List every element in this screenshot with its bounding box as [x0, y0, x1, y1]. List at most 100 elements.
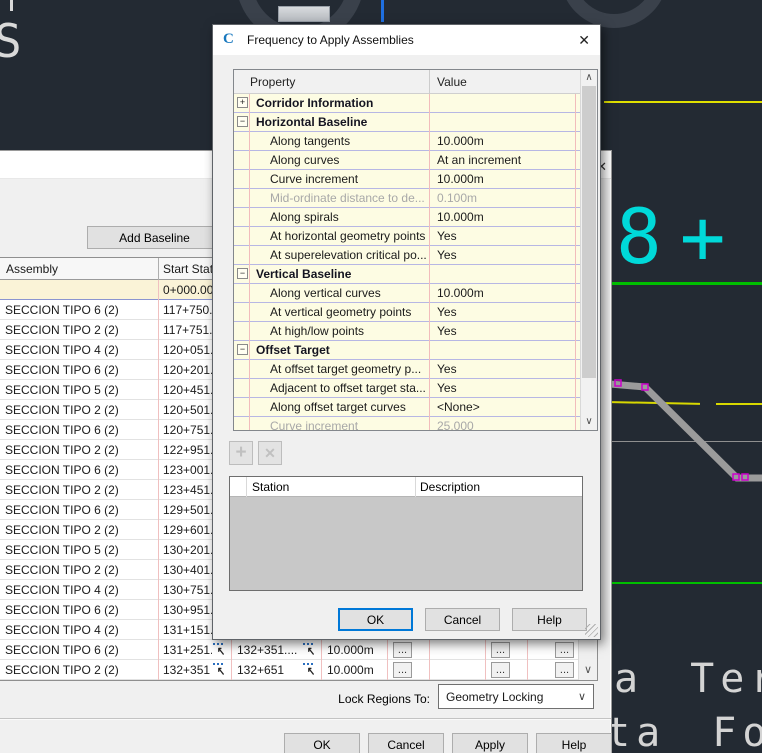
scroll-up-icon[interactable]: ∧: [581, 70, 597, 86]
assembly-cell[interactable]: SECCION TIPO 2 (2): [5, 323, 153, 337]
table-row[interactable]: SECCION TIPO 6 (2) 131+251.... ↖ 132+351…: [0, 640, 597, 660]
assembly-cell[interactable]: SECCION TIPO 4 (2): [5, 623, 153, 637]
property-value[interactable]: Yes: [437, 229, 575, 243]
start-station-cell[interactable]: 120+201...: [163, 363, 212, 377]
resize-grip[interactable]: [585, 624, 598, 637]
assembly-cell[interactable]: SECCION TIPO 2 (2): [5, 663, 153, 677]
assembly-cell[interactable]: SECCION TIPO 6 (2): [5, 423, 153, 437]
property-value[interactable]: 10.000m: [437, 134, 575, 148]
grid-row[interactable]: At superelevation critical po... Yes: [234, 246, 580, 265]
start-station-cell[interactable]: 131+151...: [163, 623, 212, 637]
end-station-cell[interactable]: 132+351....: [237, 643, 301, 657]
column-header-assembly[interactable]: Assembly: [6, 262, 58, 276]
start-station-cell[interactable]: 120+051...: [163, 343, 212, 357]
help-button[interactable]: Help: [536, 733, 612, 753]
property-value[interactable]: Yes: [437, 248, 575, 262]
help-button[interactable]: Help: [512, 608, 587, 631]
assembly-cell[interactable]: SECCION TIPO 2 (2): [5, 563, 153, 577]
assembly-cell[interactable]: SECCION TIPO 6 (2): [5, 363, 153, 377]
expand-collapse-icon[interactable]: −: [237, 116, 248, 127]
start-station-cell[interactable]: 131+251....: [163, 643, 212, 657]
target-ellipsis-button[interactable]: ...: [491, 642, 510, 658]
assembly-cell[interactable]: SECCION TIPO 2 (2): [5, 443, 153, 457]
apply-button[interactable]: Apply: [452, 733, 528, 753]
property-value[interactable]: Yes: [437, 305, 575, 319]
start-station-cell[interactable]: 122+951...: [163, 443, 212, 457]
assembly-cell[interactable]: SECCION TIPO 6 (2): [5, 603, 153, 617]
start-station-cell[interactable]: 129+501...: [163, 503, 212, 517]
scroll-down-icon[interactable]: ∨: [581, 414, 597, 430]
station-pick-icon[interactable]: ↖: [303, 662, 318, 678]
target-ellipsis-button[interactable]: ...: [491, 662, 510, 678]
assembly-cell[interactable]: SECCION TIPO 2 (2): [5, 483, 153, 497]
scroll-down-icon[interactable]: ∨: [579, 660, 597, 680]
station-pick-icon[interactable]: ↖: [213, 642, 228, 658]
property-value[interactable]: 10.000m: [437, 286, 575, 300]
start-station-cell[interactable]: 123+001...: [163, 463, 212, 477]
property-value[interactable]: Yes: [437, 381, 575, 395]
grid-row[interactable]: Curve increment 25.000: [234, 417, 580, 430]
assembly-cell[interactable]: SECCION TIPO 4 (2): [5, 343, 153, 357]
grid-row[interactable]: Along curves At an increment: [234, 151, 580, 170]
delete-station-button[interactable]: ✕: [258, 441, 282, 465]
cancel-button[interactable]: Cancel: [368, 733, 444, 753]
overrides-ellipsis-button[interactable]: ...: [555, 642, 574, 658]
start-station-cell[interactable]: 130+951...: [163, 603, 212, 617]
start-station-cell[interactable]: 120+501...: [163, 403, 212, 417]
station-pick-icon[interactable]: ↖: [303, 642, 318, 658]
property-value[interactable]: <None>: [437, 400, 575, 414]
assembly-cell[interactable]: SECCION TIPO 6 (2): [5, 503, 153, 517]
grid-row[interactable]: Along spirals 10.000m: [234, 208, 580, 227]
expand-collapse-icon[interactable]: +: [237, 97, 248, 108]
ok-button[interactable]: OK: [338, 608, 413, 631]
grid-row[interactable]: − Horizontal Baseline: [234, 113, 580, 132]
property-value[interactable]: 10.000m: [437, 210, 575, 224]
property-value[interactable]: Yes: [437, 362, 575, 376]
property-value[interactable]: 25.000: [437, 419, 575, 430]
property-value[interactable]: 10.000m: [437, 172, 575, 186]
grid-row[interactable]: Mid-ordinate distance to de... 0.100m: [234, 189, 580, 208]
column-header-station[interactable]: Station: [252, 480, 289, 494]
assembly-cell[interactable]: SECCION TIPO 5 (2): [5, 543, 153, 557]
grid-scrollbar[interactable]: ∧ ∨: [580, 70, 597, 430]
start-station-cell[interactable]: 130+751...: [163, 583, 212, 597]
grid-row[interactable]: At vertical geometry points Yes: [234, 303, 580, 322]
grid-row[interactable]: At high/low points Yes: [234, 322, 580, 341]
grid-row[interactable]: Curve increment 10.000m: [234, 170, 580, 189]
column-header-description[interactable]: Description: [420, 480, 480, 494]
assembly-cell[interactable]: SECCION TIPO 5 (2): [5, 383, 153, 397]
start-station-cell[interactable]: 123+451...: [163, 483, 212, 497]
expand-collapse-icon[interactable]: −: [237, 344, 248, 355]
property-value[interactable]: Yes: [437, 324, 575, 338]
column-header-property[interactable]: Property: [250, 75, 295, 89]
assembly-cell[interactable]: SECCION TIPO 2 (2): [5, 523, 153, 537]
grid-row[interactable]: Along tangents 10.000m: [234, 132, 580, 151]
grid-row[interactable]: + Corridor Information: [234, 94, 580, 113]
lock-regions-dropdown[interactable]: Geometry Locking ∨: [438, 684, 594, 709]
cancel-button[interactable]: Cancel: [425, 608, 500, 631]
start-station-cell[interactable]: 120+451...: [163, 383, 212, 397]
start-station-cell[interactable]: 117+750...: [163, 303, 212, 317]
grid-row[interactable]: At horizontal geometry points Yes: [234, 227, 580, 246]
grid-row[interactable]: − Offset Target: [234, 341, 580, 360]
add-station-button[interactable]: +: [229, 441, 253, 465]
start-station-cell[interactable]: 0+000.00m: [163, 283, 212, 297]
frequency-ellipsis-button[interactable]: ...: [393, 642, 412, 658]
start-station-cell[interactable]: 117+751...: [163, 323, 212, 337]
expand-collapse-icon[interactable]: −: [237, 268, 248, 279]
dialog-titlebar[interactable]: C Frequency to Apply Assemblies ✕: [213, 25, 600, 55]
ok-button[interactable]: OK: [284, 733, 360, 753]
start-station-cell[interactable]: 132+351: [163, 663, 212, 677]
start-station-cell[interactable]: 129+601...: [163, 523, 212, 537]
grid-row[interactable]: At offset target geometry p... Yes: [234, 360, 580, 379]
overrides-ellipsis-button[interactable]: ...: [555, 662, 574, 678]
assembly-cell[interactable]: SECCION TIPO 6 (2): [5, 643, 153, 657]
table-row[interactable]: SECCION TIPO 2 (2) 132+351 ↖ 132+651 ↖ 1…: [0, 660, 597, 680]
start-station-cell[interactable]: 130+201...: [163, 543, 212, 557]
start-station-cell[interactable]: 120+751...: [163, 423, 212, 437]
assembly-cell[interactable]: SECCION TIPO 6 (2): [5, 463, 153, 477]
end-station-cell[interactable]: 132+651: [237, 663, 301, 677]
close-icon[interactable]: ✕: [578, 32, 590, 49]
assembly-cell[interactable]: SECCION TIPO 2 (2): [5, 403, 153, 417]
assembly-cell[interactable]: SECCION TIPO 6 (2): [5, 303, 153, 317]
